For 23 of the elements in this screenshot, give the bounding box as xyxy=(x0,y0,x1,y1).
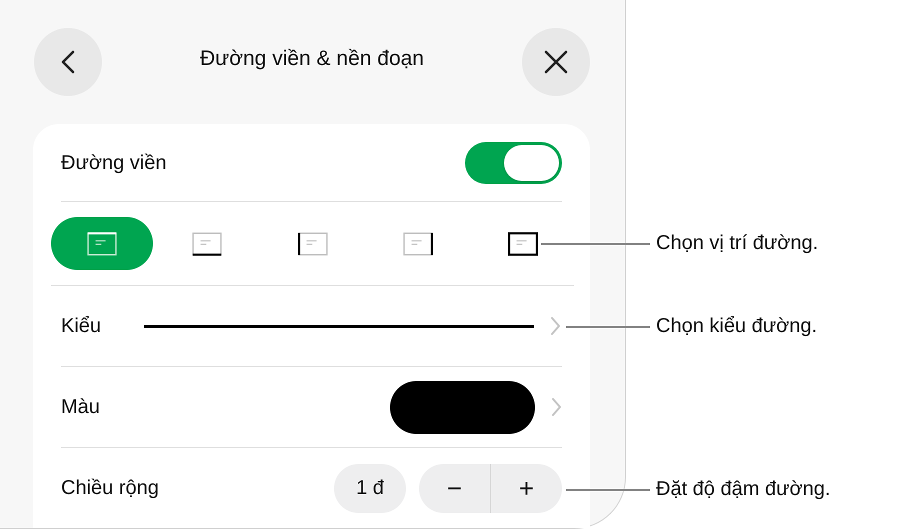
line-style-preview[interactable] xyxy=(144,324,534,328)
chevron-icon[interactable] xyxy=(550,316,561,336)
border-top-icon xyxy=(87,232,117,256)
close-icon xyxy=(544,50,568,74)
width-label: Chiều rộng xyxy=(61,476,160,501)
callout-text: Chọn kiểu đường. xyxy=(656,314,818,338)
increment-button[interactable]: + xyxy=(491,470,562,506)
chevron-icon[interactable] xyxy=(551,397,562,417)
callout-text: Đặt độ đậm đường. xyxy=(656,477,830,501)
border-all-icon xyxy=(508,232,538,256)
width-value: 1 đ xyxy=(334,464,406,512)
color-label: Màu xyxy=(61,395,101,420)
panel-title: Đường viền & nền đoạn xyxy=(200,46,424,72)
color-swatch[interactable] xyxy=(390,380,535,434)
style-label: Kiểu xyxy=(61,314,102,339)
decrement-button[interactable]: − xyxy=(419,464,491,512)
border-left-icon xyxy=(298,232,328,256)
border-right-icon xyxy=(402,232,433,256)
back-icon xyxy=(61,50,75,74)
callout-text: Chọn vị trí đường. xyxy=(656,231,818,255)
border-bottom-icon xyxy=(192,232,222,256)
borders-label: Đường viền xyxy=(61,150,166,176)
borders-toggle[interactable] xyxy=(465,142,562,184)
